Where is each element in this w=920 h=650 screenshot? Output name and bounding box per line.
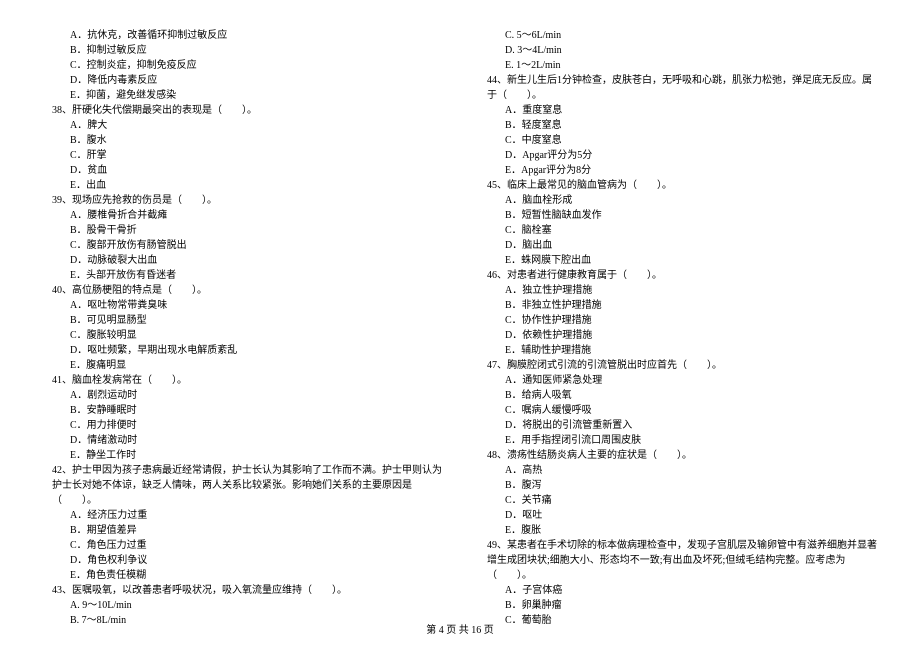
q38-option-d: D．贫血	[40, 163, 445, 178]
q40-option-c: C．腹胀较明显	[40, 328, 445, 343]
q42-option-c: C．角色压力过重	[40, 538, 445, 553]
q46-option-d: D．依赖性护理措施	[475, 328, 880, 343]
q43-text: 43、医嘱吸氧，以改善患者呼吸状况，吸入氧流量应维持（ ）。	[40, 583, 445, 598]
q43-option-a: A. 9～10L/min	[40, 598, 445, 613]
q40-option-e: E．腹痛明显	[40, 358, 445, 373]
q47-option-e: E．用手指捏闭引流口周围皮肤	[475, 433, 880, 448]
q38-option-c: C．肝掌	[40, 148, 445, 163]
q49-option-a: A．子宫体癌	[475, 583, 880, 598]
q40-option-b: B．可见明显肠型	[40, 313, 445, 328]
q39-option-c: C．腹部开放伤有肠管脱出	[40, 238, 445, 253]
content-area: A．抗休克，改善循环抑制过敏反应 B．抑制过敏反应 C．控制炎症，抑制免疫反应 …	[40, 28, 880, 628]
q44-option-e: E．Apgar评分为8分	[475, 163, 880, 178]
q49-option-b: B．卵巢肿瘤	[475, 598, 880, 613]
q45-option-a: A．脑血栓形成	[475, 193, 880, 208]
q38-option-e: E．出血	[40, 178, 445, 193]
q47-text: 47、胸膜腔闭式引流的引流管脱出时应首先（ ）。	[475, 358, 880, 373]
q40-text: 40、高位肠梗阻的特点是（ ）。	[40, 283, 445, 298]
q42-option-b: B．期望值差异	[40, 523, 445, 538]
q42-option-e: E．角色责任模糊	[40, 568, 445, 583]
page-footer: 第 4 页 共 16 页	[0, 623, 920, 638]
q47-option-c: C．嘱病人缓慢呼吸	[475, 403, 880, 418]
q45-option-e: E．蛛网膜下腔出血	[475, 253, 880, 268]
q46-option-b: B．非独立性护理措施	[475, 298, 880, 313]
q39-text: 39、现场应先抢救的伤员是（ ）。	[40, 193, 445, 208]
q48-option-b: B．腹泻	[475, 478, 880, 493]
q47-option-a: A．通知医师紧急处理	[475, 373, 880, 388]
q44-text: 44、新生儿生后1分钟检查，皮肤苍白，无呼吸和心跳，肌张力松弛，弹足底无反应。属…	[475, 73, 880, 103]
q47-option-d: D．将脱出的引流管重新置入	[475, 418, 880, 433]
q44-option-d: D．Apgar评分为5分	[475, 148, 880, 163]
q38-text: 38、肝硬化失代偿期最突出的表现是（ ）。	[40, 103, 445, 118]
q44-option-a: A．重度窒息	[475, 103, 880, 118]
q41-text: 41、脑血栓发病常在（ ）。	[40, 373, 445, 388]
q37-option-d: D．降低内毒素反应	[40, 73, 445, 88]
q42-option-a: A．经济压力过重	[40, 508, 445, 523]
q48-option-c: C．关节痛	[475, 493, 880, 508]
q46-option-a: A．独立性护理措施	[475, 283, 880, 298]
q38-option-a: A．脾大	[40, 118, 445, 133]
q37-option-e: E．抑菌，避免继发感染	[40, 88, 445, 103]
q48-option-d: D．呕吐	[475, 508, 880, 523]
q46-option-e: E．辅助性护理措施	[475, 343, 880, 358]
q39-option-a: A．腰椎骨折合并截瘫	[40, 208, 445, 223]
q46-text: 46、对患者进行健康教育属于（ ）。	[475, 268, 880, 283]
q42-option-d: D．角色权利争议	[40, 553, 445, 568]
q48-option-a: A．高热	[475, 463, 880, 478]
right-column: C. 5～6L/min D. 3～4L/min E. 1～2L/min 44、新…	[475, 28, 880, 628]
q39-option-b: B．股骨干骨折	[40, 223, 445, 238]
q43-option-e: E. 1～2L/min	[475, 58, 880, 73]
q41-option-e: E．静坐工作时	[40, 448, 445, 463]
q45-option-b: B．短暂性脑缺血发作	[475, 208, 880, 223]
q43-option-c: C. 5～6L/min	[475, 28, 880, 43]
q39-option-d: D．动脉破裂大出血	[40, 253, 445, 268]
q46-option-c: C．协作性护理措施	[475, 313, 880, 328]
q48-text: 48、溃疡性结肠炎病人主要的症状是（ ）。	[475, 448, 880, 463]
q39-option-e: E．头部开放伤有昏迷者	[40, 268, 445, 283]
q45-option-d: D．脑出血	[475, 238, 880, 253]
q41-option-b: B．安静睡眠时	[40, 403, 445, 418]
q45-option-c: C．脑栓塞	[475, 223, 880, 238]
q48-option-e: E．腹胀	[475, 523, 880, 538]
q49-text: 49、某患者在手术切除的标本做病理检查中，发现子宫肌层及输卵管中有滋养细胞并显著…	[475, 538, 880, 583]
q41-option-c: C．用力排便时	[40, 418, 445, 433]
q44-option-b: B．轻度窒息	[475, 118, 880, 133]
q37-option-b: B．抑制过敏反应	[40, 43, 445, 58]
q44-option-c: C．中度窒息	[475, 133, 880, 148]
q43-option-d: D. 3～4L/min	[475, 43, 880, 58]
q41-option-d: D．情绪激动时	[40, 433, 445, 448]
left-column: A．抗休克，改善循环抑制过敏反应 B．抑制过敏反应 C．控制炎症，抑制免疫反应 …	[40, 28, 445, 628]
q41-option-a: A．剧烈运动时	[40, 388, 445, 403]
q45-text: 45、临床上最常见的脑血管病为（ ）。	[475, 178, 880, 193]
q38-option-b: B．腹水	[40, 133, 445, 148]
q47-option-b: B．给病人吸氧	[475, 388, 880, 403]
q37-option-a: A．抗休克，改善循环抑制过敏反应	[40, 28, 445, 43]
q37-option-c: C．控制炎症，抑制免疫反应	[40, 58, 445, 73]
q40-option-a: A．呕吐物常带粪臭味	[40, 298, 445, 313]
q40-option-d: D．呕吐频繁，早期出现水电解质紊乱	[40, 343, 445, 358]
q42-text: 42、护士甲因为孩子患病最近经常请假，护士长认为其影响了工作而不满。护士甲则认为…	[40, 463, 445, 508]
